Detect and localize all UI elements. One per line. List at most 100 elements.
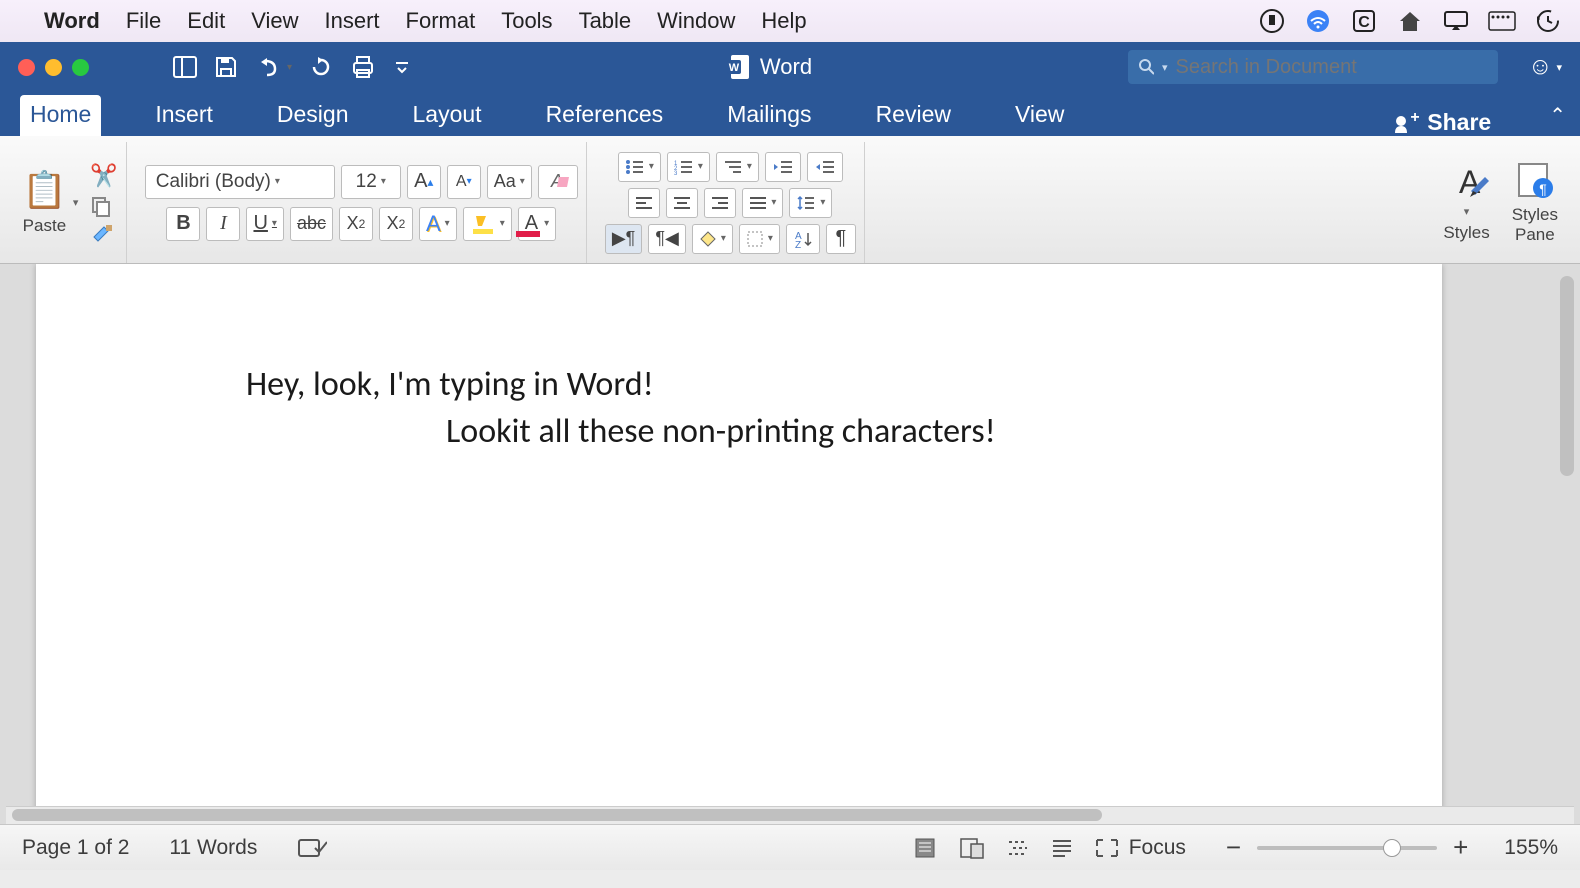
search-in-document[interactable]: ▾ xyxy=(1128,50,1498,84)
horizontal-scrollbar[interactable] xyxy=(12,809,1102,821)
web-layout-view-icon[interactable] xyxy=(959,837,985,859)
zoom-out-button[interactable]: − xyxy=(1226,832,1241,863)
format-painter-icon[interactable] xyxy=(90,223,117,243)
strikethrough-button[interactable]: abc xyxy=(290,207,333,241)
tab-insert[interactable]: Insert xyxy=(145,95,223,136)
styles-button[interactable]: A ▾ Styles xyxy=(1443,163,1489,243)
menu-file[interactable]: File xyxy=(126,8,161,34)
font-color-button[interactable]: A xyxy=(518,207,556,241)
menu-view[interactable]: View xyxy=(251,8,298,34)
decrease-indent-button[interactable] xyxy=(765,152,801,182)
show-hide-paragraph-button[interactable]: ¶ xyxy=(826,224,856,254)
text-effects-button[interactable]: A xyxy=(419,207,457,241)
menu-edit[interactable]: Edit xyxy=(187,8,225,34)
tab-view[interactable]: View xyxy=(1005,95,1074,136)
svg-text:W: W xyxy=(729,62,740,74)
tab-home[interactable]: Home xyxy=(20,95,101,136)
cut-icon[interactable]: ✂️ xyxy=(90,163,117,189)
highlight-button[interactable] xyxy=(463,207,512,241)
sort-button[interactable]: AZ xyxy=(786,224,820,254)
word-count[interactable]: 11 Words xyxy=(169,836,257,860)
menu-window[interactable]: Window xyxy=(657,8,735,34)
align-right-button[interactable] xyxy=(704,188,736,218)
bullets-button[interactable] xyxy=(618,152,661,182)
search-input[interactable] xyxy=(1176,56,1488,79)
redo-button[interactable] xyxy=(310,56,332,78)
line-spacing-button[interactable] xyxy=(789,188,832,218)
sidebar-toggle-icon[interactable] xyxy=(173,56,197,78)
zoom-slider-thumb[interactable] xyxy=(1383,839,1401,857)
font-size-select[interactable]: 12 xyxy=(341,165,401,199)
tab-mailings[interactable]: Mailings xyxy=(717,95,821,136)
print-icon[interactable] xyxy=(350,55,376,79)
mac-menu-bar: Word File Edit View Insert Format Tools … xyxy=(0,0,1580,42)
menu-format[interactable]: Format xyxy=(406,8,476,34)
horizontal-scroll-track[interactable] xyxy=(6,806,1574,824)
ltr-direction-button[interactable]: ▶¶ xyxy=(605,224,643,254)
align-left-button[interactable] xyxy=(628,188,660,218)
zoom-in-button[interactable]: + xyxy=(1453,832,1468,863)
undo-button[interactable] xyxy=(255,57,292,77)
styles-group: A ▾ Styles ¶ Styles Pane xyxy=(1435,142,1566,263)
tab-layout[interactable]: Layout xyxy=(403,95,492,136)
window-close-button[interactable] xyxy=(18,59,35,76)
word-doc-icon: W xyxy=(726,53,750,81)
paste-button[interactable]: 📋 Paste xyxy=(22,169,67,236)
align-center-button[interactable] xyxy=(666,188,698,218)
app-menu[interactable]: Word xyxy=(44,8,100,34)
tab-references[interactable]: References xyxy=(536,95,674,136)
window-zoom-button[interactable] xyxy=(72,59,89,76)
styles-pane-button[interactable]: ¶ Styles Pane xyxy=(1512,160,1558,245)
multilevel-list-button[interactable] xyxy=(716,152,759,182)
document-page[interactable]: Hey, look, I'm typing in Word! Lookit al… xyxy=(36,264,1442,824)
feedback-icon[interactable]: ☺ ▾ xyxy=(1528,53,1562,81)
timemachine-icon[interactable] xyxy=(1534,7,1562,35)
rtl-direction-button[interactable]: ¶◀ xyxy=(648,224,686,254)
wifi-icon[interactable] xyxy=(1304,7,1332,35)
menu-tools[interactable]: Tools xyxy=(501,8,552,34)
menu-help[interactable]: Help xyxy=(761,8,806,34)
shrink-font-button[interactable]: A▾ xyxy=(447,165,481,199)
airplay-icon[interactable] xyxy=(1442,7,1470,35)
share-button[interactable]: + Share xyxy=(1393,109,1491,136)
change-case-button[interactable]: Aa xyxy=(487,165,532,199)
page-indicator[interactable]: Page 1 of 2 xyxy=(22,836,129,860)
print-layout-view-icon[interactable] xyxy=(913,837,937,859)
increase-indent-button[interactable] xyxy=(807,152,843,182)
draft-view-icon[interactable] xyxy=(1051,838,1073,858)
zoom-slider[interactable] xyxy=(1257,846,1437,850)
keyboard-icon[interactable] xyxy=(1488,7,1516,35)
numbering-button[interactable]: 123 xyxy=(667,152,710,182)
document-text-line[interactable]: Hey, look, I'm typing in Word! xyxy=(246,364,1242,405)
underline-button[interactable]: U xyxy=(246,207,283,241)
onepassword-icon[interactable] xyxy=(1258,7,1286,35)
home-icon[interactable] xyxy=(1396,7,1424,35)
superscript-button[interactable]: X2 xyxy=(379,207,413,241)
grow-font-button[interactable]: A▴ xyxy=(407,165,441,199)
font-name-select[interactable]: Calibri (Body) xyxy=(145,165,335,199)
focus-mode-button[interactable]: Focus xyxy=(1095,836,1186,860)
spellcheck-icon[interactable] xyxy=(297,836,327,860)
subscript-button[interactable]: X2 xyxy=(339,207,373,241)
caffeine-icon[interactable]: C xyxy=(1350,7,1378,35)
collapse-ribbon-icon[interactable]: ⌃ xyxy=(1549,103,1566,128)
svg-text:C: C xyxy=(1358,14,1370,31)
zoom-percent[interactable]: 155% xyxy=(1504,836,1558,860)
justify-button[interactable] xyxy=(742,188,783,218)
tab-review[interactable]: Review xyxy=(866,95,961,136)
menu-insert[interactable]: Insert xyxy=(324,8,379,34)
borders-button[interactable] xyxy=(739,224,780,254)
save-icon[interactable] xyxy=(215,56,237,78)
window-minimize-button[interactable] xyxy=(45,59,62,76)
qa-more-icon[interactable] xyxy=(394,60,410,74)
copy-icon[interactable] xyxy=(90,195,117,217)
italic-button[interactable]: I xyxy=(206,207,240,241)
outline-view-icon[interactable] xyxy=(1007,838,1029,858)
bold-button[interactable]: B xyxy=(166,207,200,241)
vertical-scrollbar[interactable] xyxy=(1560,276,1574,476)
clear-formatting-button[interactable]: A xyxy=(538,165,578,199)
menu-table[interactable]: Table xyxy=(579,8,632,34)
shading-button[interactable] xyxy=(692,224,733,254)
document-text-line[interactable]: Lookit all these non-printing characters… xyxy=(446,411,1242,452)
tab-design[interactable]: Design xyxy=(267,95,359,136)
